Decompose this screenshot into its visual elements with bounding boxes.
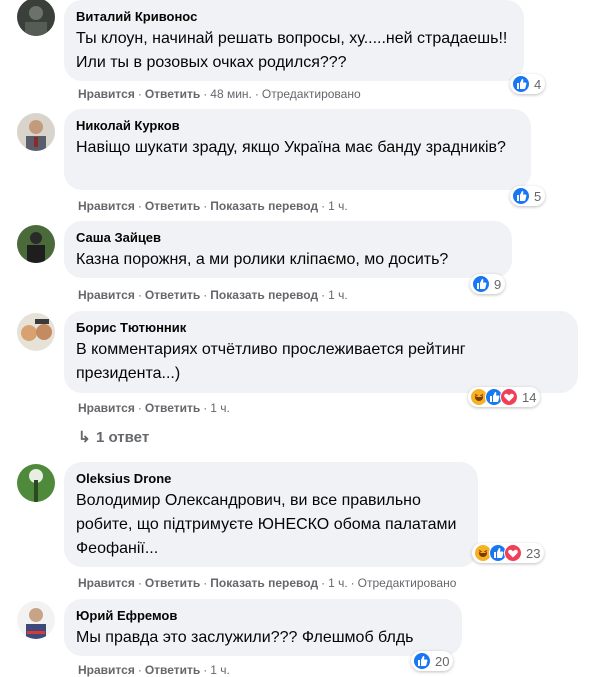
replies-count[interactable]: 1 ответ [96,429,149,446]
like-reaction-icon [413,652,431,670]
comment-author[interactable]: Борис Тютюнник [76,319,566,336]
like-link[interactable]: Нравится [78,87,135,101]
like-link[interactable]: Нравится [78,199,135,213]
comment-actions: Нравится · Ответить · 1 ч. [78,663,230,677]
reaction-summary[interactable]: 23 [472,543,545,563]
comment-time[interactable]: 1 ч. [328,199,348,213]
comment-actions: Нравится · Ответить · Показать перевод · 1 ч. [78,199,348,213]
avatar[interactable] [17,225,55,263]
reaction-summary[interactable]: 5 [510,186,546,206]
comment-author[interactable]: Oleksius Drone [76,470,466,487]
comment-text: Мы правда это заслужили??? Флешмоб блдь [76,629,414,646]
reply-link[interactable]: Ответить [145,576,200,590]
avatar[interactable] [17,464,55,502]
comment-author[interactable]: Николай Курков [76,117,519,134]
comment-actions: Нравится · Ответить · Показать перевод · 1 ч. [78,288,348,302]
love-reaction-icon [504,544,522,562]
comment-text: Казна порожня, а ми ролики кліпаємо, мо … [76,251,449,268]
comment-time[interactable]: 1 ч. [210,663,230,677]
love-reaction-icon [500,388,518,406]
avatar[interactable] [17,113,55,151]
translate-link[interactable]: Показать перевод [210,288,318,302]
comment-time[interactable]: 1 ч. [328,288,348,302]
reply-link[interactable]: Ответить [145,288,200,302]
avatar[interactable] [17,313,55,351]
reaction-summary[interactable]: 9 [470,274,506,294]
comment-text: Навіщо шукати зраду, якщо Україна має ба… [76,139,506,156]
reaction-count: 20 [435,653,450,669]
comment-bubble: Борис Тютюнник В комментариях отчётливо … [64,311,578,393]
comment-actions: Нравится · Ответить · 1 ч. [78,401,230,415]
edited-label[interactable]: Отредактировано [262,87,361,101]
comment-bubble: Николай Курков Навіщо шукати зраду, якщо… [64,109,531,190]
reaction-count: 14 [522,389,537,405]
like-reaction-icon [512,187,530,205]
reaction-count: 9 [494,276,502,292]
translate-link[interactable]: Показать перевод [210,199,318,213]
comment-time[interactable]: 1 ч. [210,401,230,415]
avatar[interactable] [17,0,55,36]
reaction-count: 5 [534,188,542,204]
reaction-summary[interactable]: 4 [510,74,546,94]
comment-bubble: Виталий Кривонос Ты клоун, начинай решат… [64,0,524,81]
reply-link[interactable]: Ответить [145,401,200,415]
comment-bubble: Саша Зайцев Казна порожня, а ми ролики к… [64,221,512,278]
comment-bubble: Oleksius Drone Володимир Олександрович, … [64,462,478,567]
like-link[interactable]: Нравится [78,401,135,415]
comment-time[interactable]: 48 мин. [210,87,252,101]
comment-text: В комментариях отчётливо прослеживается … [76,341,466,382]
avatar[interactable] [17,601,55,639]
reaction-count: 4 [534,76,542,92]
view-replies-link[interactable]: ↳ 1 ответ [78,428,149,446]
reaction-count: 23 [526,545,541,561]
reply-arrow-icon: ↳ [78,429,91,446]
comment-text: Ты клоун, начинай решать вопросы, ху....… [76,30,508,71]
like-reaction-icon [512,75,530,93]
comment-author[interactable]: Саша Зайцев [76,229,500,246]
comment-actions: Нравится · Ответить · 48 мин. · Отредактирован… [78,87,361,101]
comment-actions: Нравится · Ответить · Показать перевод · 1 ч. ·… [78,576,457,590]
reply-link[interactable]: Ответить [145,199,200,213]
edited-label[interactable]: Отредактировано [358,576,457,590]
comment-text: Володимир Олександрович, ви все правильн… [76,492,457,557]
comment-time[interactable]: 1 ч. [328,576,348,590]
translate-link[interactable]: Показать перевод [210,576,318,590]
comment-author[interactable]: Виталий Кривонос [76,8,512,25]
reaction-summary[interactable]: 20 [411,651,454,671]
like-link[interactable]: Нравится [78,576,135,590]
like-link[interactable]: Нравится [78,663,135,677]
comment-bubble: Юрий Ефремов Мы правда это заслужили??? … [64,599,462,656]
reply-link[interactable]: Ответить [145,663,200,677]
like-reaction-icon [472,275,490,293]
comment-author[interactable]: Юрий Ефремов [76,607,450,624]
like-link[interactable]: Нравится [78,288,135,302]
reaction-summary[interactable]: 14 [468,387,541,407]
reply-link[interactable]: Ответить [145,87,200,101]
